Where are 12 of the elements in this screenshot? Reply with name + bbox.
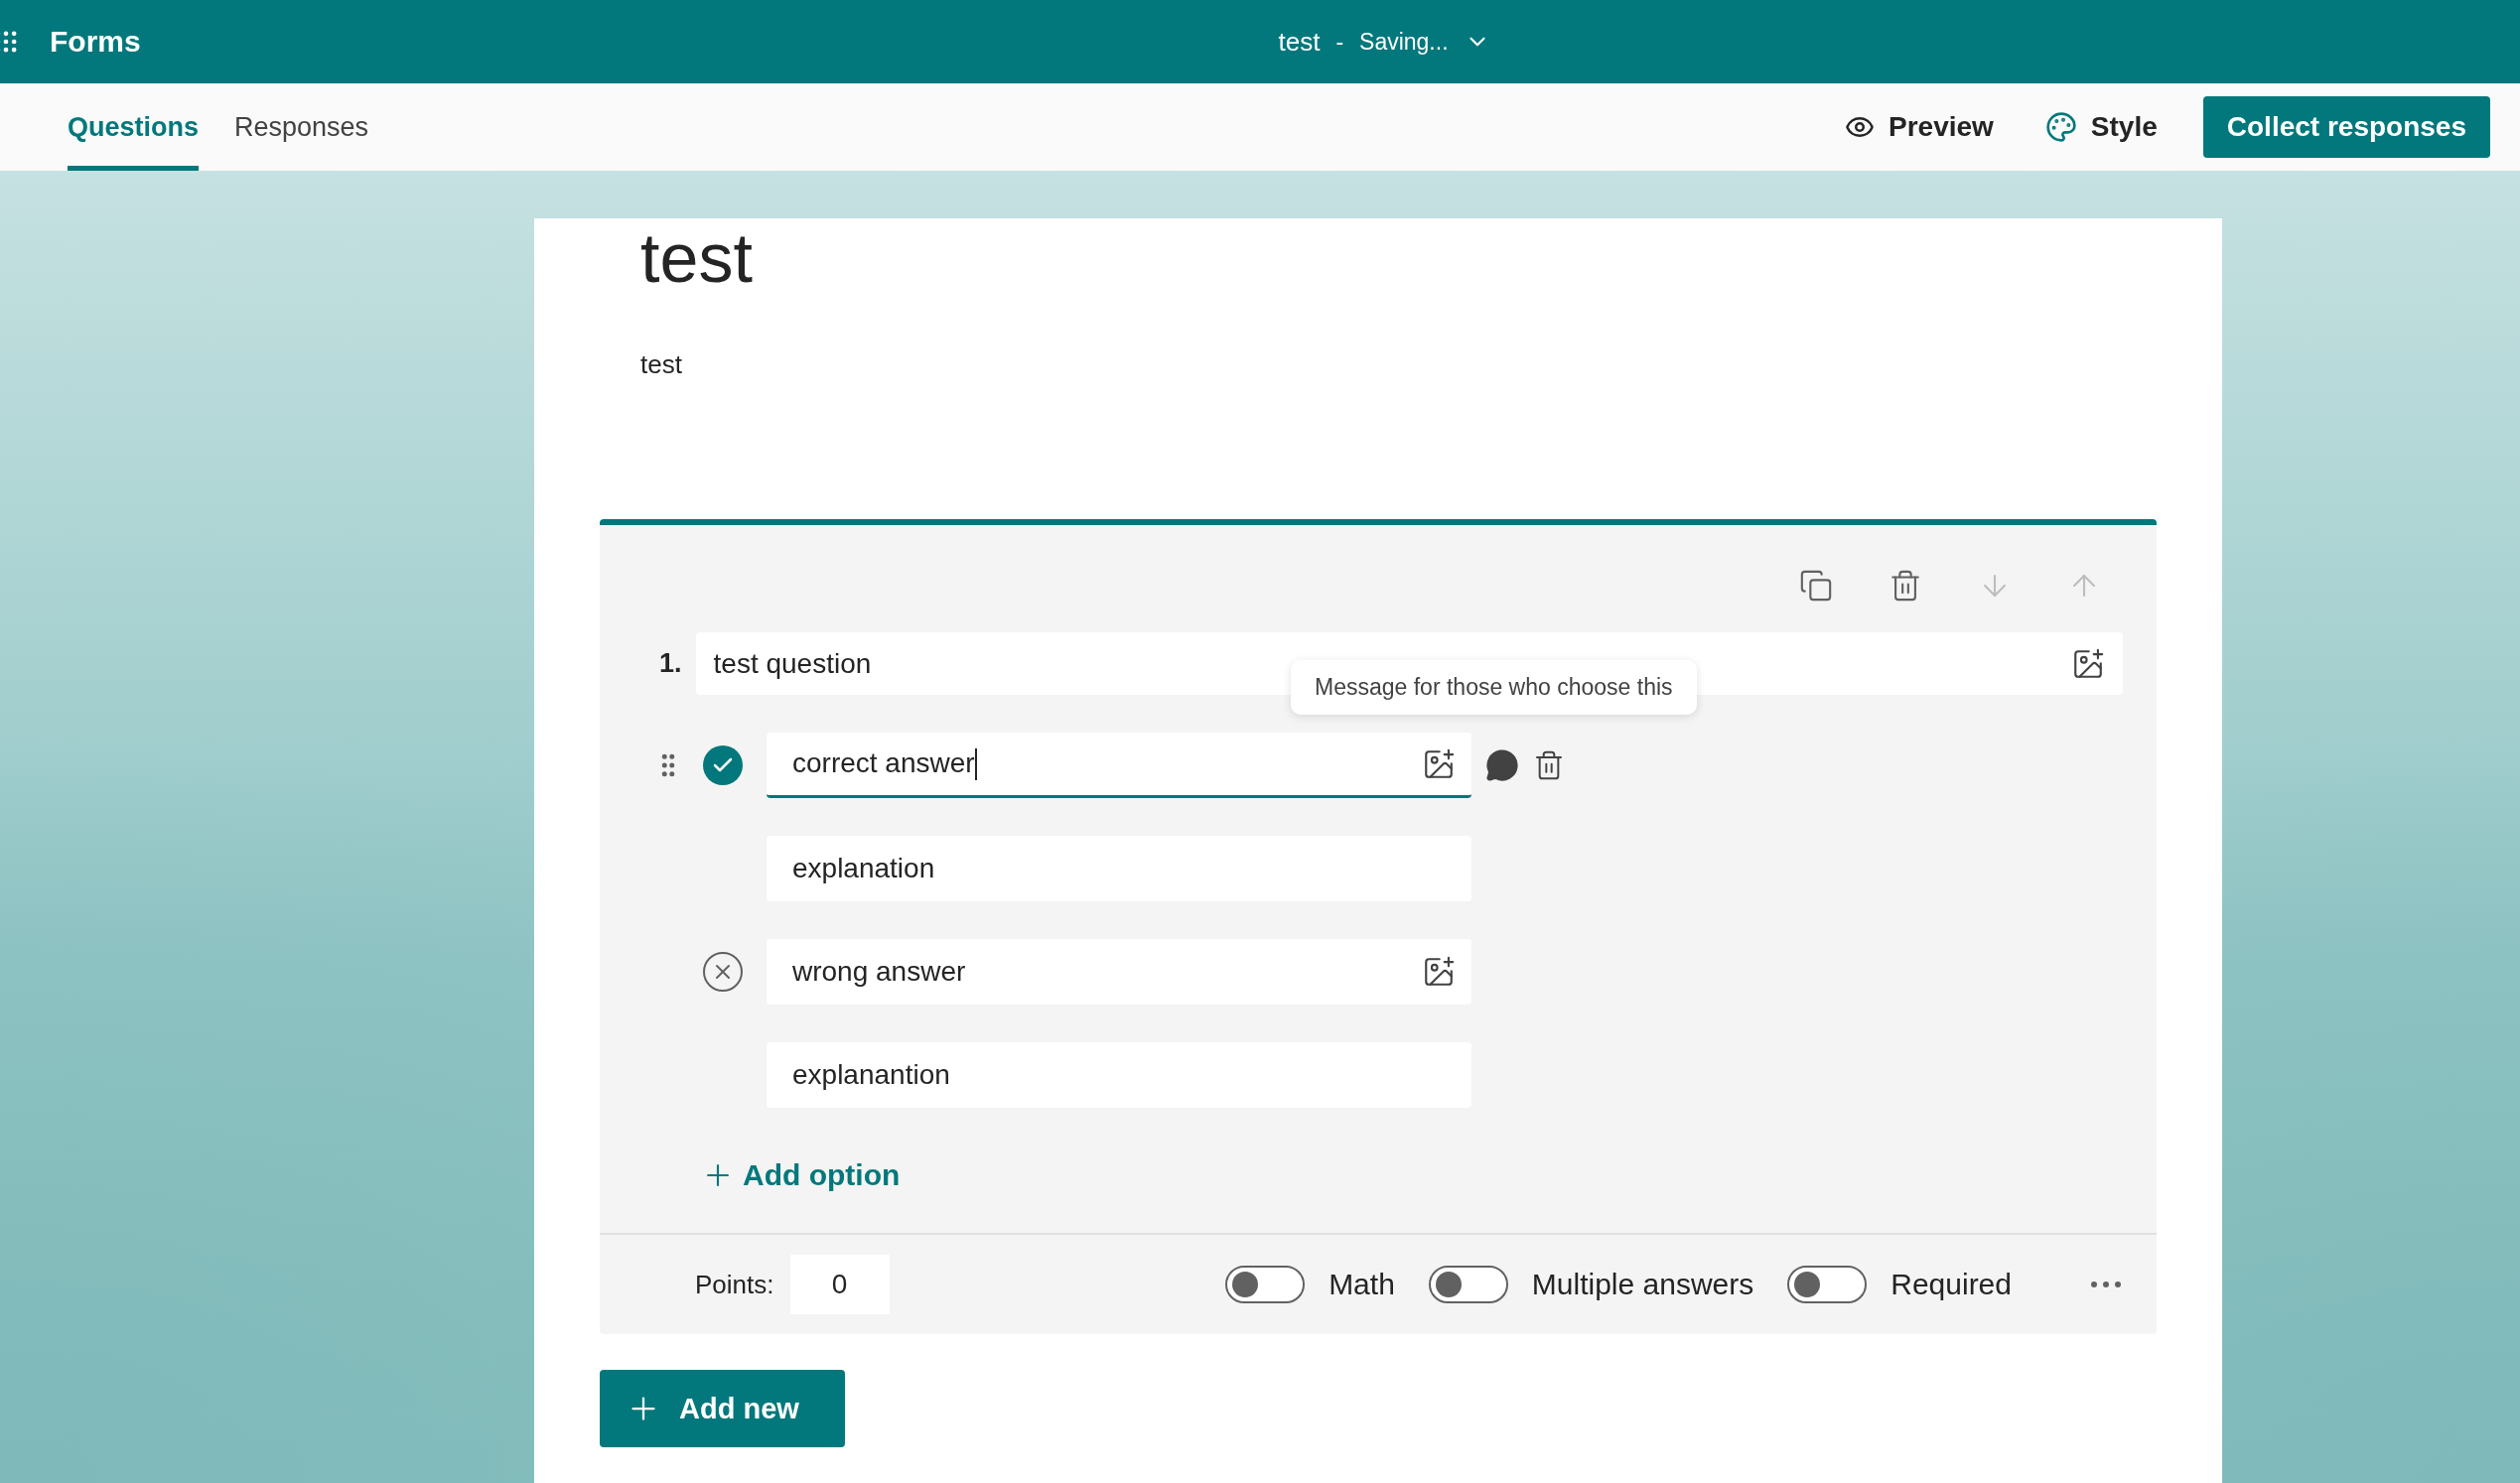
form-title: test	[640, 218, 754, 298]
title-separator: -	[1335, 28, 1344, 56]
question-number: 1.	[659, 648, 682, 679]
toggle-label: Required	[1890, 1268, 2012, 1301]
toggle-label: Math	[1329, 1268, 1395, 1301]
tooltip: Message for those who choose this	[1291, 660, 1697, 715]
save-status: Saving...	[1359, 28, 1449, 56]
form-description: test	[640, 349, 683, 380]
toggle-label: Multiple answers	[1531, 1268, 1754, 1301]
app-name: Forms	[50, 25, 141, 59]
document-title: test	[1278, 26, 1321, 58]
points-label: Points:	[695, 1269, 774, 1300]
